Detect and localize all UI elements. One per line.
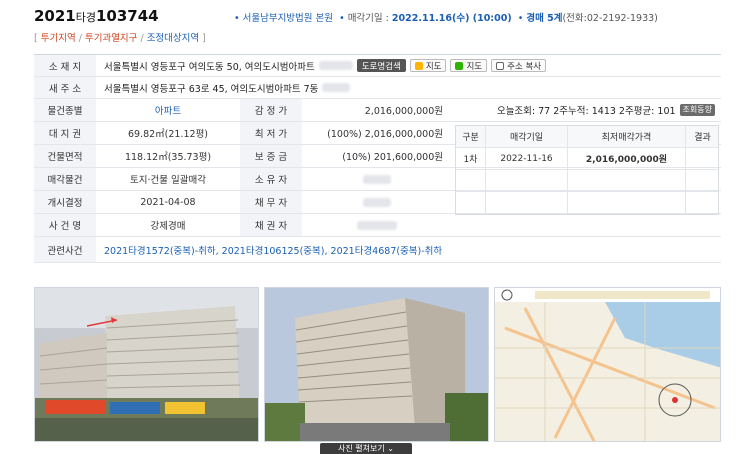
minimum-price: (100%) 2,016,000,000원 (327, 129, 443, 140)
location-map (495, 288, 720, 441)
court-name[interactable]: 서울남부지방법원 본원 (243, 13, 333, 24)
auction-history-table: 구분 매각기일 최저매각가격 결과 1차 2022-11-16 2,016,00… (455, 125, 719, 215)
photo-gallery (34, 287, 721, 443)
auction-date: 2022.11.16(수) (10:00) (391, 13, 512, 24)
photo-map[interactable] (494, 287, 721, 442)
case-header: 2021타경103744 • 서울남부지방법원 본원 • 매각기일 : 2022.1… (34, 7, 734, 25)
view-stats: 오늘조회: 77 2주누적: 1413 2주평균: 101 조회동향 (497, 99, 715, 121)
road-search-button[interactable]: 도로명검색 (356, 59, 406, 72)
location-text: 서울특별시 영등포구 여의도동 50, 여의도시범아파트 (104, 61, 315, 73)
case-info: • 서울남부지방법원 본원 • 매각기일 : 2022.11.16(수) (10:0… (234, 13, 658, 24)
map-button-1[interactable]: 지도 (409, 59, 447, 72)
tag-overheated: 투기과열지구 (84, 33, 138, 44)
tag-adjustment: 조정대상지역 (146, 33, 200, 44)
history-header: 구분 매각기일 최저매각가격 결과 (456, 126, 718, 148)
copy-address-button[interactable]: 주소 복사 (491, 59, 547, 72)
case-number: 2021타경103744 (34, 7, 159, 25)
auction-dept: 경매 5계 (526, 13, 563, 24)
map-button-2[interactable]: 지도 (450, 59, 488, 72)
row-related: 관련사건 2021타경1572(중복)-취하, 2021타경106125(중복)… (34, 237, 721, 263)
masked-creditor (356, 220, 397, 230)
new-address-text: 서울특별시 영등포구 63로 45, 여의도시범아파트 7동 (104, 83, 319, 95)
related-cases-link[interactable]: 2021타경1572(중복)-취하, 2021타경106125(중복), 202… (96, 237, 721, 262)
property-table: 소 재 지 서울특별시 영등포구 여의도동 50, 여의도시범아파트 도로명검색… (34, 54, 721, 263)
appraised-value: 2,016,000,000원 (364, 106, 443, 117)
building-photo-1 (35, 288, 258, 441)
building-photo-2 (265, 288, 488, 441)
expand-photos-button[interactable]: 사진 펼쳐보기 ⌄ (320, 443, 412, 454)
location-label: 소 재 지 (34, 55, 96, 76)
location-value: 서울특별시 영등포구 여의도동 50, 여의도시범아파트 도로명검색 지도 지도… (96, 55, 721, 76)
deposit: (10%) 201,600,000원 (342, 152, 443, 163)
copy-icon (496, 61, 505, 70)
naver-icon (455, 61, 464, 70)
masked-text (318, 61, 353, 70)
history-row: 1차 2022-11-16 2,016,000,000원 (456, 148, 718, 170)
region-tags: [ 투기지역 / 투기과열지구 / 조정대상지역 ] (34, 33, 206, 44)
masked-debtor (362, 197, 391, 207)
row-new-address: 새 주 소 서울특별시 영등포구 63로 45, 여의도시범아파트 7동 (34, 77, 721, 99)
property-type: 아파트 (154, 106, 182, 117)
photo-building-1[interactable] (34, 287, 259, 442)
chevron-down-icon: ⌄ (387, 444, 394, 453)
photo-building-2[interactable] (264, 287, 489, 442)
row-type: 물건종별 아파트 감 정 가 2,016,000,000원 오늘조회: 77 2… (34, 99, 721, 122)
map-icon (414, 61, 423, 70)
masked-owner (362, 174, 391, 184)
tag-speculation: 투기지역 (40, 33, 76, 44)
view-trend-button[interactable]: 조회동향 (679, 104, 715, 116)
row-location: 소 재 지 서울특별시 영등포구 여의도동 50, 여의도시범아파트 도로명검색… (34, 55, 721, 77)
